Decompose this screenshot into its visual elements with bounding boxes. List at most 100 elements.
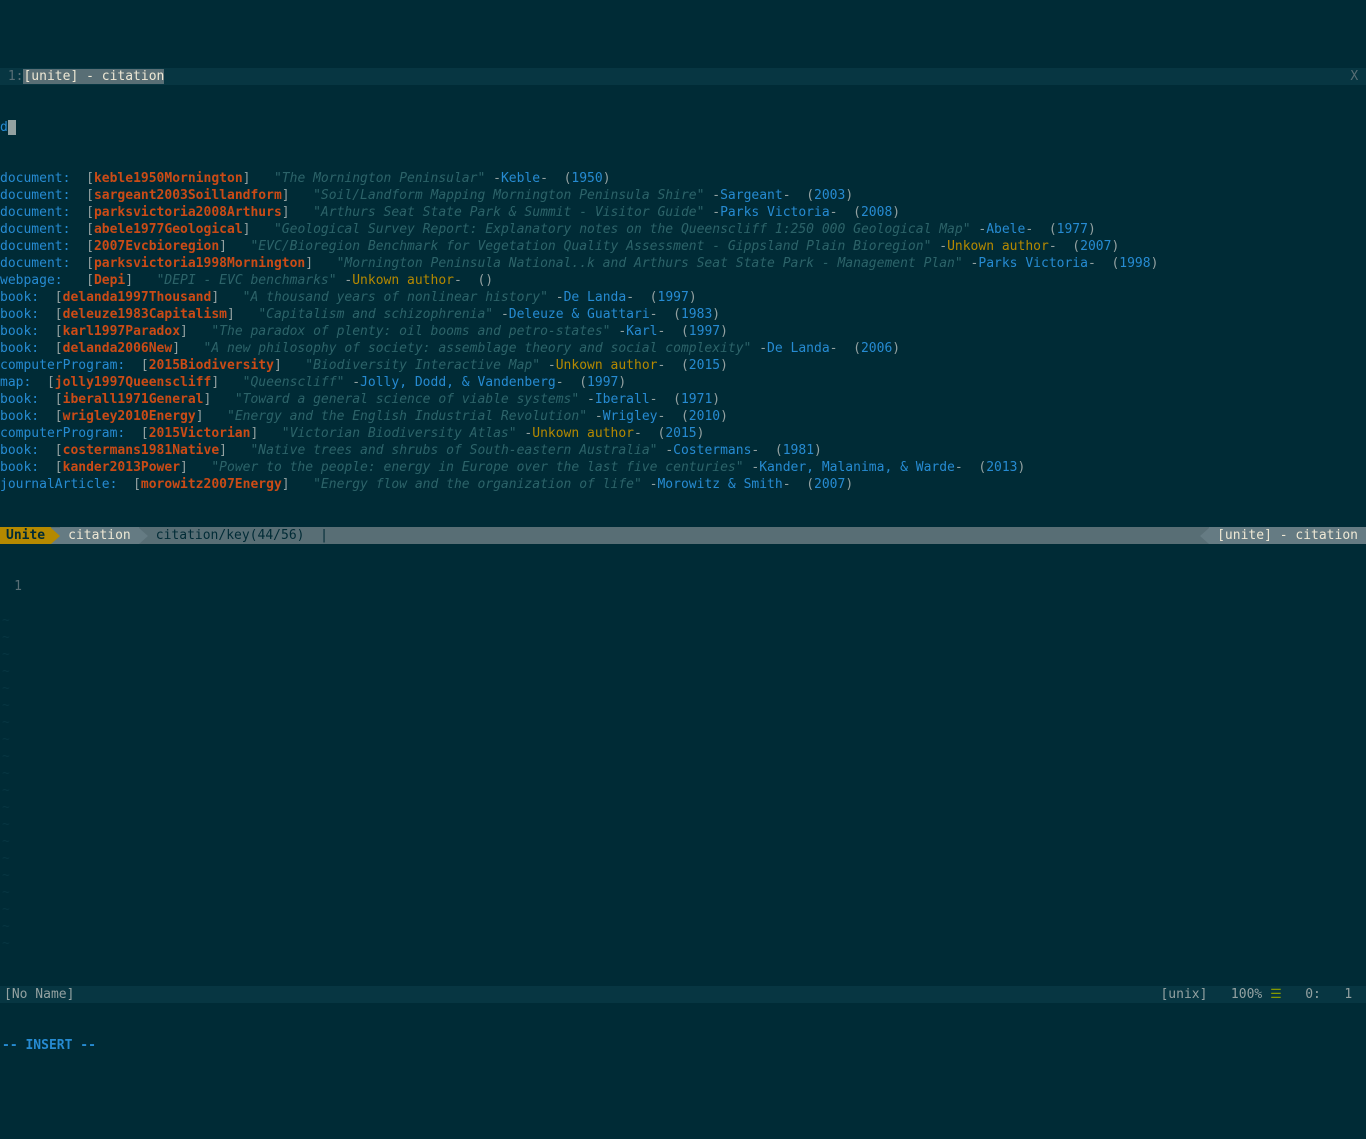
citation-entry[interactable]: document: [parksvictoria2008Arthurs] "Ar…: [0, 204, 1366, 221]
entry-title: "DEPI - EVC benchmarks": [157, 273, 337, 288]
entry-title: "Energy flow and the organization of lif…: [313, 477, 642, 492]
status-buffer-name: [unite] - citation: [1209, 527, 1366, 544]
tab-close[interactable]: X: [1350, 68, 1366, 85]
entry-year: 2007: [1080, 239, 1111, 254]
entry-title: "Biodiversity Interactive Map": [305, 358, 540, 373]
citation-key: delanda1997Thousand: [63, 290, 212, 305]
entry-author: Unkown author: [947, 239, 1049, 254]
entry-title: "The paradox of plenty: oil booms and pe…: [211, 324, 610, 339]
empty-line-tilde: ~: [0, 697, 1366, 714]
citation-entry[interactable]: book: [wrigley2010Energy] "Energy and th…: [0, 408, 1366, 425]
entry-year: 1981: [783, 443, 814, 458]
entry-author: Unkown author: [352, 273, 454, 288]
entry-type: webpage:: [0, 273, 63, 288]
empty-line-tilde: ~: [0, 901, 1366, 918]
entry-author: De Landa: [767, 341, 830, 356]
vim-mode: -- INSERT --: [0, 1037, 1366, 1054]
citation-entry[interactable]: book: [deleuze1983Capitalism] "Capitalis…: [0, 306, 1366, 323]
empty-line-tilde: ~: [0, 629, 1366, 646]
line-icon: ☰: [1270, 987, 1282, 1002]
citation-entry[interactable]: journalArticle: [morowitz2007Energy] "En…: [0, 476, 1366, 493]
citation-entry[interactable]: webpage: [Depi] "DEPI - EVC benchmarks" …: [0, 272, 1366, 289]
citation-entry[interactable]: computerProgram: [2015Biodiversity] "Bio…: [0, 357, 1366, 374]
citation-key: deleuze1983Capitalism: [63, 307, 227, 322]
entry-author: Parks Victoria: [978, 256, 1088, 271]
citation-key: 2015Victorian: [149, 426, 251, 441]
citation-entry[interactable]: book: [delanda2006New] "A new philosophy…: [0, 340, 1366, 357]
entry-type: document:: [0, 171, 70, 186]
citation-entry[interactable]: book: [kander2013Power] "Power to the pe…: [0, 459, 1366, 476]
empty-line-tilde: ~: [0, 884, 1366, 901]
empty-lines: ~~~~~~~~~~~~~~~~~~~~: [0, 612, 1366, 952]
entry-year: 2007: [814, 477, 845, 492]
cursor: [8, 120, 16, 135]
entry-title: "Power to the people: energy in Europe o…: [211, 460, 743, 475]
entry-author: Unkown author: [532, 426, 634, 441]
entry-author: Wrigley: [603, 409, 658, 424]
citation-key: 2015Biodiversity: [149, 358, 274, 373]
citation-key: jolly1997Queenscliff: [55, 375, 212, 390]
entry-author: Jolly, Dodd, & Vandenberg: [360, 375, 556, 390]
citation-key: wrigley2010Energy: [63, 409, 196, 424]
citation-key: parksvictoria1998Mornington: [94, 256, 305, 271]
empty-line-tilde: ~: [0, 714, 1366, 731]
entry-author: Costermans: [673, 443, 751, 458]
citation-entry[interactable]: document: [2007Evcbioregion] "EVC/Bioreg…: [0, 238, 1366, 255]
tab-active[interactable]: [unite] - citation: [23, 69, 164, 84]
tab-prefix: 1:: [0, 69, 23, 84]
citation-key: sargeant2003Soillandform: [94, 188, 282, 203]
citation-entry[interactable]: computerProgram: [2015Victorian] "Victor…: [0, 425, 1366, 442]
citation-entry[interactable]: book: [delanda1997Thousand] "A thousand …: [0, 289, 1366, 306]
line-number: 1: [0, 578, 30, 595]
powerline-arrow-icon: [51, 528, 60, 544]
citation-entry[interactable]: book: [costermans1981Native] "Native tre…: [0, 442, 1366, 459]
entry-author: Unkown author: [556, 358, 658, 373]
buffer-area[interactable]: 1: [0, 578, 1366, 595]
citation-list[interactable]: document: [keble1950Mornington] "The Mor…: [0, 170, 1366, 493]
citation-key: karl1997Paradox: [63, 324, 180, 339]
entry-author: Kander, Malanima, & Warde: [759, 460, 955, 475]
citation-entry[interactable]: document: [sargeant2003Soillandform] "So…: [0, 187, 1366, 204]
citation-entry[interactable]: map: [jolly1997Queenscliff] "Queenscliff…: [0, 374, 1366, 391]
empty-line-tilde: ~: [0, 867, 1366, 884]
empty-line-tilde: ~: [0, 833, 1366, 850]
entry-title: "EVC/Bioregion Benchmark for Vegetation …: [250, 239, 931, 254]
citation-entry[interactable]: document: [parksvictoria1998Mornington] …: [0, 255, 1366, 272]
entry-title: "Queenscliff": [243, 375, 345, 390]
entry-year: 1983: [681, 307, 712, 322]
citation-entry[interactable]: document: [keble1950Mornington] "The Mor…: [0, 170, 1366, 187]
buffer-statusline: [No Name] [unix] 100% ☰ 0: 1: [0, 986, 1366, 1003]
entry-year: 1998: [1119, 256, 1150, 271]
entry-year: 2015: [689, 358, 720, 373]
entry-type: document:: [0, 256, 70, 271]
empty-line-tilde: ~: [0, 748, 1366, 765]
entry-type: document:: [0, 222, 70, 237]
entry-year: 2010: [689, 409, 720, 424]
unite-prompt[interactable]: d: [0, 119, 1366, 136]
citation-key: kander2013Power: [63, 460, 180, 475]
entry-year: 1971: [681, 392, 712, 407]
entry-author: Abele: [986, 222, 1025, 237]
entry-author: Sargeant: [720, 188, 783, 203]
citation-entry[interactable]: book: [karl1997Paradox] "The paradox of …: [0, 323, 1366, 340]
citation-entry[interactable]: book: [iberall1971General] "Toward a gen…: [0, 391, 1366, 408]
entry-year: 2006: [861, 341, 892, 356]
citation-key: abele1977Geological: [94, 222, 243, 237]
entry-type: book:: [0, 324, 39, 339]
citation-key: costermans1981Native: [63, 443, 220, 458]
powerline-arrow-icon: [139, 528, 148, 544]
tab-line: 1:[unite] - citation X: [0, 68, 1366, 85]
entry-type: book:: [0, 460, 39, 475]
entry-author: Parks Victoria: [720, 205, 830, 220]
status-mode-unite: Unite: [0, 527, 51, 544]
empty-line-tilde: ~: [0, 918, 1366, 935]
buffer-name: [No Name]: [0, 986, 1160, 1003]
entry-type: book:: [0, 341, 39, 356]
empty-line-tilde: ~: [0, 850, 1366, 867]
citation-entry[interactable]: document: [abele1977Geological] "Geologi…: [0, 221, 1366, 238]
entry-year: 1997: [689, 324, 720, 339]
entry-year: 2015: [665, 426, 696, 441]
empty-line-tilde: ~: [0, 782, 1366, 799]
empty-line-tilde: ~: [0, 799, 1366, 816]
status-info: citation/key(44/56) |: [148, 527, 1200, 544]
